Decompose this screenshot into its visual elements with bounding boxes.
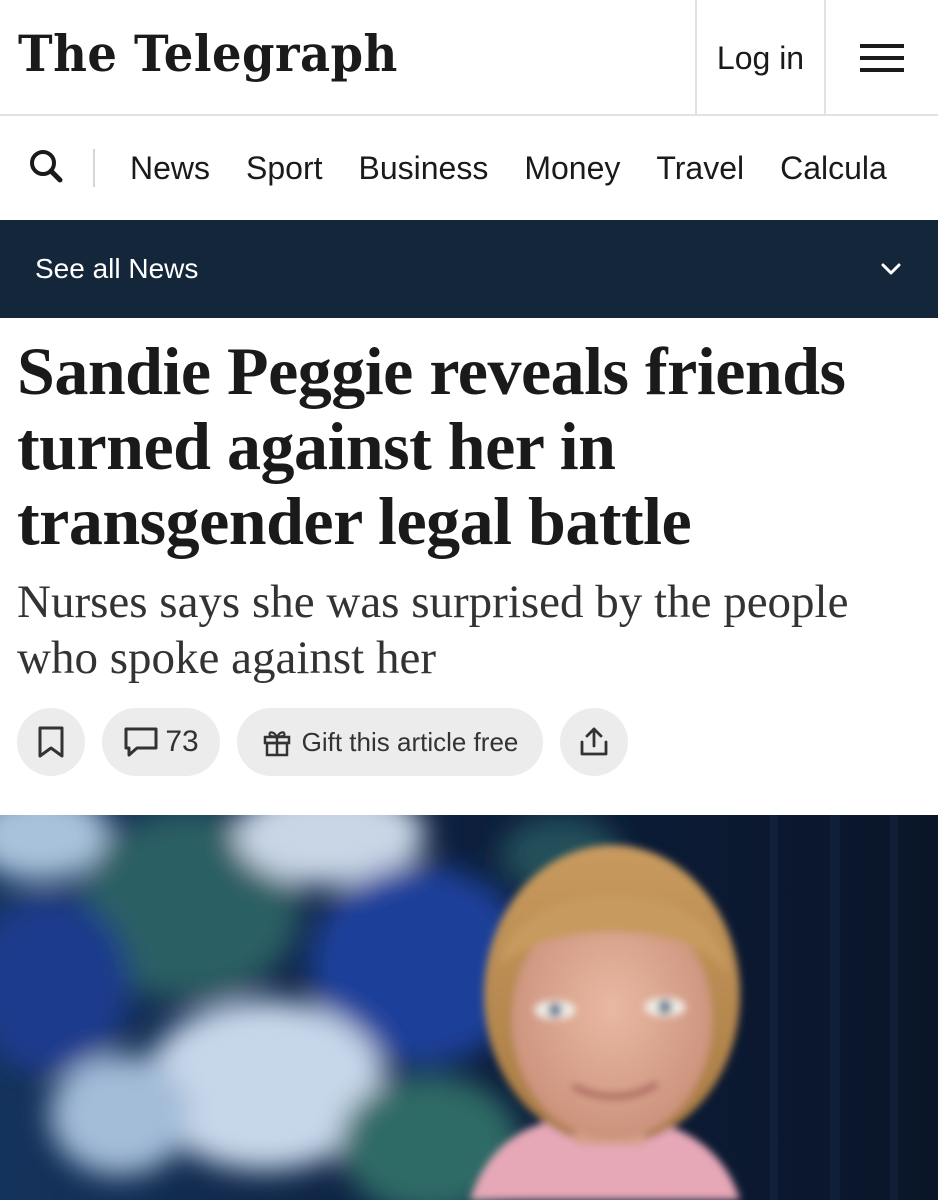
see-all-news-bar[interactable]: See all News	[0, 220, 938, 318]
nav-fade-overlay	[898, 116, 938, 220]
bookmark-button[interactable]	[17, 708, 85, 776]
nav-item-calculators[interactable]: Calcula	[780, 150, 887, 187]
nav-item-business[interactable]: Business	[359, 150, 489, 187]
bookmark-icon	[38, 726, 64, 758]
comment-count: 73	[165, 725, 199, 758]
gift-icon	[263, 731, 290, 757]
hero-photo-illustration	[0, 815, 938, 1200]
gift-article-button[interactable]: Gift this article free	[237, 708, 543, 776]
search-button[interactable]	[26, 146, 70, 190]
nav-item-news[interactable]: News	[130, 150, 210, 187]
article-hero-image	[0, 815, 938, 1200]
nav-item-sport[interactable]: Sport	[246, 150, 322, 187]
hamburger-menu-icon	[860, 44, 904, 72]
top-header: The Telegraph Log in	[0, 0, 938, 116]
nav-divider	[93, 149, 95, 187]
main-nav: News Sport Business Money Travel Calcula	[0, 116, 938, 220]
nav-item-travel[interactable]: Travel	[656, 150, 744, 187]
article-standfirst: Nurses says she was surprised by the peo…	[17, 576, 849, 684]
share-button[interactable]	[560, 708, 628, 776]
menu-button[interactable]	[826, 0, 938, 116]
nav-items: News Sport Business Money Travel Calcula	[130, 116, 923, 220]
article-headline: Sandie Peggie reveals friends turned aga…	[17, 333, 846, 559]
login-button[interactable]: Log in	[695, 0, 826, 116]
see-all-news-label: See all News	[35, 253, 199, 284]
nav-item-money[interactable]: Money	[524, 150, 620, 187]
share-icon	[580, 727, 608, 756]
login-label: Log in	[716, 39, 805, 76]
chevron-down-icon[interactable]	[878, 256, 904, 282]
search-icon	[30, 150, 63, 183]
gift-article-label: Gift this article free	[301, 726, 519, 757]
telegraph-logo[interactable]: The Telegraph	[18, 14, 398, 94]
comments-button[interactable]: 73	[102, 708, 220, 776]
comment-icon	[124, 727, 158, 757]
